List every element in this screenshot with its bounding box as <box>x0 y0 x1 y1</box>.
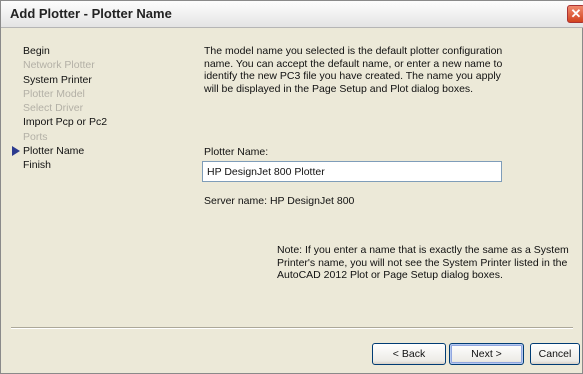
note-text: Note: If you enter a name that is exactl… <box>277 244 569 282</box>
step-finish: Finish <box>23 158 153 172</box>
step-label: Network Plotter <box>23 59 95 72</box>
step-plotter-model: Plotter Model <box>23 87 153 101</box>
step-label: System Printer <box>23 73 92 86</box>
description-text: The model name you selected is the defau… <box>204 45 503 96</box>
step-plotter-name: Plotter Name <box>12 144 153 158</box>
step-label: Import Pcp or Pc2 <box>23 116 108 129</box>
divider <box>11 327 573 329</box>
close-icon[interactable]: ✕ <box>567 5 583 23</box>
step-begin: Begin <box>23 44 153 58</box>
cancel-button[interactable]: Cancel <box>530 343 580 365</box>
add-plotter-dialog: Add Plotter - Plotter Name ✕ Begin Netwo… <box>0 0 583 374</box>
wizard-steps: Begin Network Plotter System Printer Plo… <box>12 44 153 173</box>
next-button[interactable]: Next > <box>449 343 524 365</box>
step-select-driver: Select Driver <box>23 101 153 115</box>
step-import-pcp: Import Pcp or Pc2 <box>23 115 153 129</box>
back-button[interactable]: < Back <box>372 343 446 365</box>
step-label: Finish <box>23 159 52 172</box>
step-label: Plotter Name <box>23 145 85 158</box>
title-bar[interactable]: Add Plotter - Plotter Name ✕ <box>1 1 583 28</box>
step-label: Select Driver <box>23 102 84 115</box>
step-label: Begin <box>23 45 50 57</box>
plotter-name-label: Plotter Name: <box>204 146 269 158</box>
server-name-text: Server name: HP DesignJet 800 <box>204 195 355 207</box>
plotter-name-input[interactable] <box>202 161 502 182</box>
step-network-plotter: Network Plotter <box>23 58 153 72</box>
dialog-title: Add Plotter - Plotter Name <box>10 6 172 21</box>
step-ports: Ports <box>23 130 153 144</box>
step-system-printer: System Printer <box>23 73 153 87</box>
step-label: Plotter Model <box>23 87 85 100</box>
step-label: Ports <box>23 130 48 143</box>
arrow-right-icon <box>12 146 20 157</box>
